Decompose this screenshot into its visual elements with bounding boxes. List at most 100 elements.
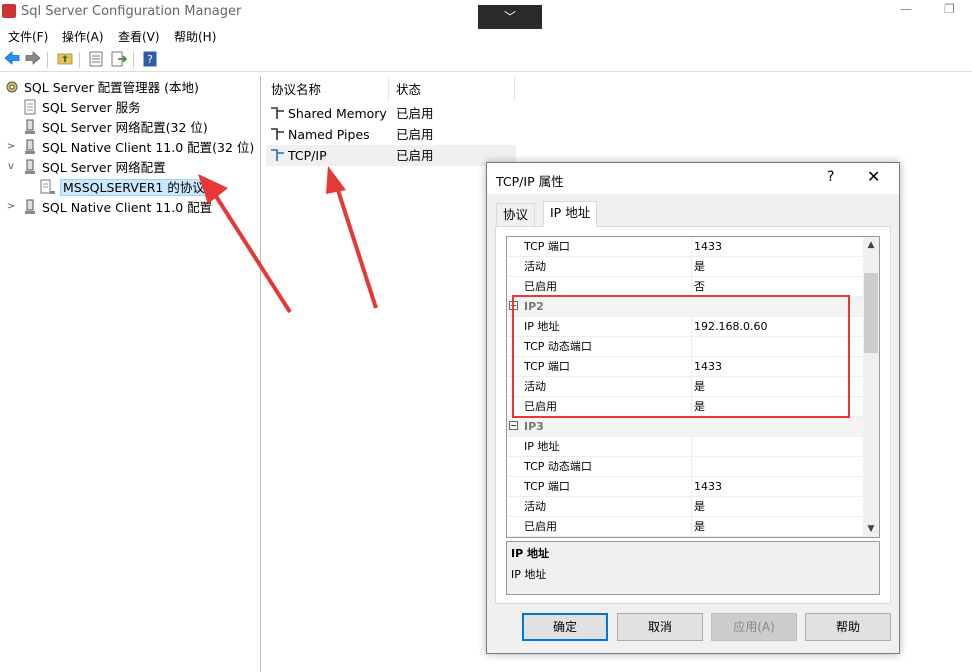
column-divider xyxy=(691,277,692,297)
cancel-button[interactable]: 取消 xyxy=(617,613,703,641)
tree-item-native-client[interactable]: SQL Native Client 11.0 配置 xyxy=(22,198,212,218)
tree-item-protocols[interactable]: MSSQLSERVER1 的协议 xyxy=(40,178,208,198)
menu-help[interactable]: 帮助(H) xyxy=(174,28,216,45)
grid-property-row[interactable]: 已启用 是 xyxy=(507,517,863,537)
property-name: IP 地址 xyxy=(524,440,560,453)
network-config-icon xyxy=(22,159,38,175)
toolbar-separator xyxy=(133,52,134,68)
column-header-state[interactable]: 状态 xyxy=(389,76,515,101)
chevron-right-icon[interactable]: > xyxy=(6,201,16,212)
grid-property-row[interactable]: TCP 动态端口 xyxy=(507,457,863,477)
grid-property-row[interactable]: TCP 端口 1433 xyxy=(507,477,863,497)
list-row-tcp-ip[interactable]: TCP/IP 已启用 xyxy=(266,145,516,166)
dialog-title: TCP/IP 属性 xyxy=(496,174,564,189)
grid-property-row[interactable]: IP 地址 xyxy=(507,437,863,457)
tree-item-label: MSSQLSERVER1 的协议 xyxy=(60,179,208,196)
property-name: 活动 xyxy=(524,260,546,273)
grid-property-row[interactable]: 已启用 否 xyxy=(507,277,863,297)
column-divider xyxy=(691,457,692,477)
tree-item-native-client-32[interactable]: SQL Native Client 11.0 配置(32 位) xyxy=(22,138,254,158)
grid-property-row[interactable]: TCP 端口 1433 xyxy=(507,237,863,257)
property-value[interactable]: 是 xyxy=(694,257,705,277)
ok-button[interactable]: 确定 xyxy=(522,613,608,641)
tree-item-label: SQL Server 网络配置 xyxy=(42,160,166,175)
grid-property-row[interactable]: 活动 是 xyxy=(507,497,863,517)
tree-item-label: SQL Server 服务 xyxy=(42,100,141,115)
column-divider xyxy=(691,237,692,257)
property-name: 活动 xyxy=(524,500,546,513)
annotation-arrow xyxy=(326,166,378,309)
protocol-icon xyxy=(271,128,284,140)
tree-root-label: SQL Server 配置管理器 (本地) xyxy=(24,80,199,95)
tree-item-label: SQL Native Client 11.0 配置 xyxy=(42,200,213,215)
column-divider xyxy=(691,437,692,457)
help-icon[interactable]: ? xyxy=(141,51,159,69)
document-icon xyxy=(22,99,38,115)
chevron-down-icon[interactable]: v xyxy=(6,161,16,172)
property-name: TCP 端口 xyxy=(524,480,570,493)
window-title: Sql Server Configuration Manager xyxy=(21,4,242,19)
annotation-highlight-box xyxy=(512,295,850,418)
collapse-icon[interactable]: − xyxy=(509,421,518,430)
protocol-name-cell: Shared Memory xyxy=(270,103,387,124)
tab-ip-address[interactable]: IP 地址 xyxy=(543,201,598,227)
restore-button[interactable]: ❐ xyxy=(944,2,958,16)
column-divider xyxy=(691,517,692,537)
column-header-name[interactable]: 协议名称 xyxy=(264,76,389,101)
scroll-thumb[interactable] xyxy=(864,273,878,353)
network-config-icon xyxy=(22,199,38,215)
tree-item-services[interactable]: SQL Server 服务 xyxy=(22,98,141,118)
list-row-shared-memory[interactable]: Shared Memory 已启用 xyxy=(266,103,516,124)
property-value[interactable]: 是 xyxy=(694,497,705,517)
svg-text:?: ? xyxy=(147,53,153,66)
protocol-icon xyxy=(271,149,284,161)
grid-category-ip3[interactable]: − IP3 xyxy=(507,417,863,437)
tree-root[interactable]: SQL Server 配置管理器 (本地) xyxy=(4,78,199,98)
toolbar-separator xyxy=(47,52,48,68)
column-divider xyxy=(691,477,692,497)
help-icon[interactable]: ? xyxy=(827,169,834,185)
protocol-name: Shared Memory xyxy=(288,106,387,121)
toolbar-separator xyxy=(79,52,80,68)
properties-icon[interactable] xyxy=(87,51,105,69)
protocol-state: 已启用 xyxy=(396,127,434,142)
minimize-button[interactable]: — xyxy=(900,2,914,16)
scroll-up-icon[interactable]: ▲ xyxy=(863,237,879,253)
grid-scrollbar[interactable]: ▲ ▼ xyxy=(863,237,879,537)
property-value[interactable]: 否 xyxy=(694,277,705,297)
apply-button[interactable]: 应用(A) xyxy=(711,613,797,641)
protocol-name-cell: Named Pipes xyxy=(270,124,370,145)
grid-property-row[interactable]: 活动 是 xyxy=(507,257,863,277)
protocol-state: 已启用 xyxy=(396,148,434,163)
property-value[interactable]: 1433 xyxy=(694,237,722,257)
up-folder-icon[interactable] xyxy=(56,51,74,69)
menu-view[interactable]: 查看(V) xyxy=(118,28,160,45)
list-row-named-pipes[interactable]: Named Pipes 已启用 xyxy=(266,124,516,145)
tree-pane: SQL Server 配置管理器 (本地) SQL Server 服务 SQL … xyxy=(0,76,261,672)
property-value[interactable]: 1433 xyxy=(694,477,722,497)
close-icon[interactable]: ✕ xyxy=(867,167,880,186)
dialog-title-bar: TCP/IP 属性 ? ✕ xyxy=(487,163,899,194)
export-icon[interactable] xyxy=(110,51,128,69)
protocol-state: 已启用 xyxy=(396,106,434,121)
tree-item-label: SQL Native Client 11.0 配置(32 位) xyxy=(42,140,255,155)
tab-protocol[interactable]: 协议 xyxy=(496,203,536,227)
network-config-icon xyxy=(22,119,38,135)
property-name: 已启用 xyxy=(524,520,557,533)
protocol-name: TCP/IP xyxy=(288,148,327,163)
help-button[interactable]: 帮助 xyxy=(805,613,891,641)
toolbar: ? xyxy=(0,48,972,72)
chevron-right-icon[interactable]: > xyxy=(6,141,16,152)
menu-action[interactable]: 操作(A) xyxy=(62,28,104,45)
protocol-list-icon xyxy=(40,179,56,195)
back-icon[interactable] xyxy=(3,51,21,69)
menu-file[interactable]: 文件(F) xyxy=(8,28,48,45)
annotation-arrow xyxy=(198,174,292,314)
tree-item-network[interactable]: SQL Server 网络配置 xyxy=(22,158,166,178)
scroll-down-icon[interactable]: ▼ xyxy=(863,521,879,537)
description-text: IP 地址 xyxy=(511,568,547,581)
tree-item-label: SQL Server 网络配置(32 位) xyxy=(42,120,208,135)
forward-icon[interactable] xyxy=(24,51,42,69)
tree-item-network-32[interactable]: SQL Server 网络配置(32 位) xyxy=(22,118,208,138)
property-value[interactable]: 是 xyxy=(694,517,705,537)
